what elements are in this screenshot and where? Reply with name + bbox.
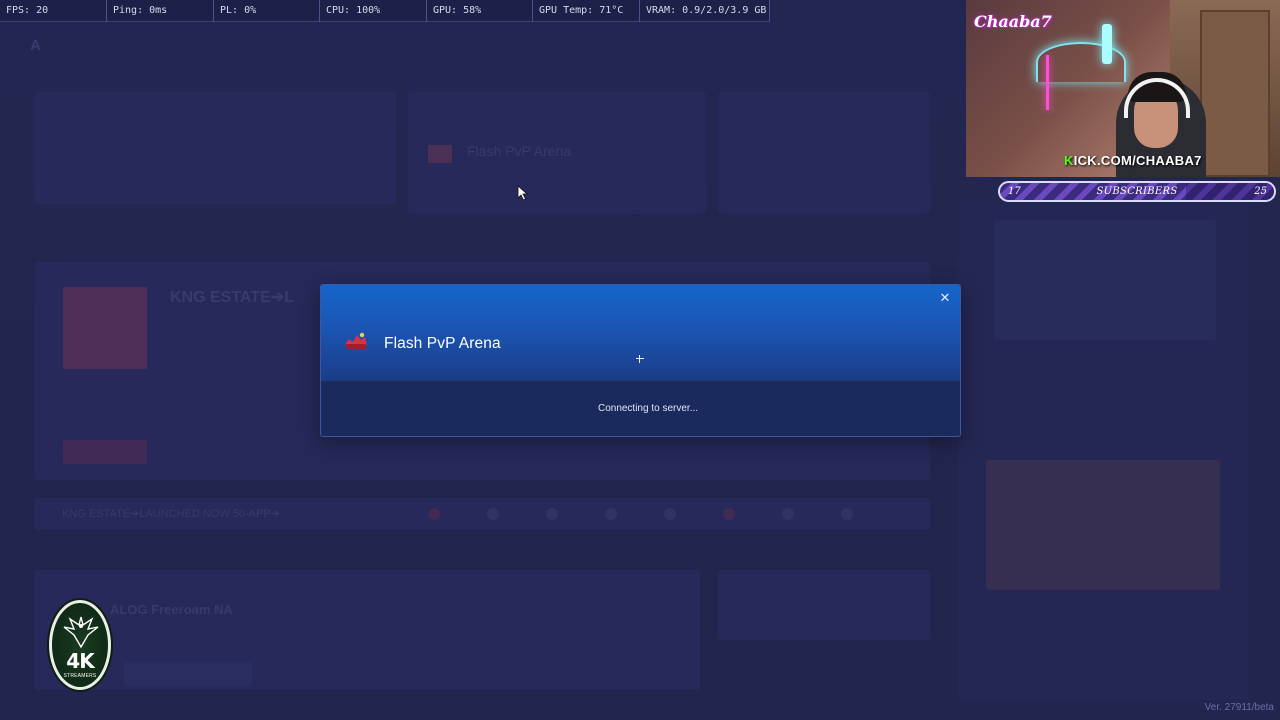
channel-logo: Chaaba7	[974, 12, 1052, 31]
flash-server-icon	[345, 332, 367, 349]
kick-channel-url: KICK.COM/CHAABA7	[1064, 153, 1202, 168]
subscriber-label: SUBSCRIBERS	[1096, 186, 1178, 197]
phoenix-icon	[63, 616, 99, 649]
neon-light	[1102, 24, 1112, 64]
crosshair-icon	[635, 354, 645, 364]
mouse-cursor-icon	[517, 185, 529, 201]
streamers-badge-logo: 4K STREAMERS	[49, 600, 111, 690]
subscriber-goal-bar: SUBSCRIBERS 17 25	[998, 181, 1276, 202]
neon-light	[1046, 55, 1049, 110]
kick-k: K	[1064, 153, 1074, 168]
hud-gpu-temp: GPU Temp: 71°C	[533, 0, 640, 22]
performance-hud: FPS: 20 Ping: 0ms PL: 0% CPU: 100% GPU: …	[0, 0, 770, 22]
hud-fps: FPS: 20	[0, 0, 107, 22]
hud-cpu: CPU: 100%	[320, 0, 427, 22]
version-label: Ver. 27911/beta	[1204, 702, 1274, 713]
subscriber-current: 17	[1008, 186, 1021, 197]
close-icon[interactable]: ✕	[938, 291, 952, 305]
dialog-header: ✕ Flash PvP Arena	[321, 285, 960, 380]
dialog-server-name: Flash PvP Arena	[384, 335, 501, 352]
webcam-wardrobe	[1200, 10, 1270, 177]
dialog-body: Connecting to server...	[321, 380, 960, 436]
hud-vram: VRAM: 0.9/2.0/3.9 GB	[640, 0, 770, 22]
badge-subtext: STREAMERS	[63, 673, 97, 679]
streamer-webcam: Chaaba7 KICK.COM/CHAABA7	[966, 0, 1280, 177]
connection-status: Connecting to server...	[597, 403, 699, 414]
kick-url-rest: ICK.COM/CHAABA7	[1073, 153, 1202, 168]
subscriber-goal: 25	[1254, 186, 1267, 197]
hud-packet-loss: PL: 0%	[214, 0, 320, 22]
hud-gpu: GPU: 58%	[427, 0, 533, 22]
hud-ping: Ping: 0ms	[107, 0, 214, 22]
neon-light	[1036, 42, 1126, 82]
badge-text: 4K	[66, 649, 94, 673]
